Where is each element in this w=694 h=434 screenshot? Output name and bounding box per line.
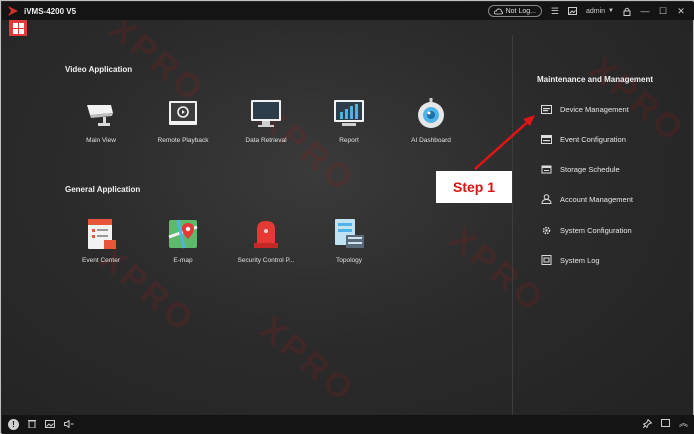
event-config-icon	[541, 134, 552, 144]
tile-label: Report	[339, 137, 359, 144]
account-icon	[541, 194, 552, 204]
device-icon	[541, 104, 552, 114]
user-menu[interactable]: admin ▼	[586, 8, 614, 15]
tile-label: Topology	[335, 257, 363, 264]
step-annotation: Step 1	[436, 171, 512, 203]
app-window: XPRO XPRO XPRO XPRO XPRO XPRO iVMS-4200 …	[0, 0, 694, 434]
tile-main-view[interactable]: Main View	[61, 97, 141, 144]
tile-e-map[interactable]: E-map	[143, 217, 223, 264]
event-icon	[84, 217, 118, 251]
menu-item-label: Device Management	[560, 104, 629, 114]
camera-icon	[84, 97, 118, 131]
tile-security-control-panel[interactable]: Security Control P...	[226, 217, 306, 264]
menu-item-label: Storage Schedule	[560, 164, 620, 174]
maximize-icon[interactable]: ☐	[658, 6, 668, 16]
tile-topology[interactable]: Topology	[309, 217, 389, 264]
user-name: admin	[585, 7, 606, 15]
playback-icon	[166, 97, 200, 131]
tile-event-center[interactable]: Event Center	[61, 217, 141, 264]
tile-data-retrieval[interactable]: Data Retrieval	[226, 97, 306, 144]
window-icon[interactable]	[660, 419, 670, 430]
bottom-bar: ! ︽	[2, 415, 694, 434]
tile-label: AI Dashboard	[411, 137, 451, 144]
cloud-icon	[493, 8, 503, 14]
robot-icon	[414, 97, 448, 131]
menu-item-label: System Log	[560, 255, 600, 265]
trash-icon[interactable]	[28, 419, 36, 430]
app-logo-icon	[8, 6, 18, 16]
network-status-button[interactable]: Not Log...	[487, 5, 542, 17]
tile-label: Data Retrieval	[245, 137, 287, 144]
app-title: iVMS-4200 V5	[24, 6, 77, 16]
watermark: XPRO	[442, 219, 553, 321]
tile-label: Main View	[86, 137, 116, 144]
tile-label: E-map	[173, 257, 193, 264]
home-grid-button[interactable]	[9, 20, 27, 36]
video-application-title: Video Application	[65, 65, 133, 74]
panel-divider	[512, 35, 513, 415]
pin-icon[interactable]	[642, 418, 653, 430]
minimize-icon[interactable]: —	[640, 6, 650, 16]
log-icon	[541, 255, 552, 265]
watermark: XPRO	[252, 309, 363, 411]
title-bar: iVMS-4200 V5 Not Log... ☰ admin ▼ — ☐ ✕	[2, 2, 694, 20]
menu-item-account-management[interactable]: Account Management	[541, 192, 633, 206]
chevron-down-icon: ▼	[608, 8, 614, 14]
image-icon[interactable]	[45, 419, 55, 430]
lock-icon[interactable]	[622, 6, 632, 16]
image-icon[interactable]	[568, 6, 578, 16]
network-status-label: Not Log...	[505, 7, 536, 15]
speaker-icon[interactable]	[64, 418, 74, 430]
collapse-icon[interactable]: ︽	[679, 419, 688, 430]
topology-icon	[332, 217, 366, 251]
tile-label: Event Center	[82, 257, 120, 264]
menu-item-event-configuration[interactable]: Event Configuration	[541, 132, 626, 146]
tile-remote-playback[interactable]: Remote Playback	[143, 97, 223, 144]
monitor-icon	[249, 97, 283, 131]
menu-item-label: Account Management	[560, 194, 633, 204]
menu-item-device-management[interactable]: Device Management	[541, 102, 629, 116]
general-application-title: General Application	[65, 185, 141, 194]
maintenance-title: Maintenance and Management	[537, 75, 654, 84]
menu-item-label: Event Configuration	[560, 134, 626, 144]
tile-report[interactable]: Report	[309, 97, 389, 144]
tile-ai-dashboard[interactable]: AI Dashboard	[391, 97, 471, 144]
alarm-icon	[249, 217, 283, 251]
menu-item-label: System Configuration	[560, 225, 632, 235]
menu-item-system-log[interactable]: System Log	[541, 253, 600, 267]
chart-icon	[332, 97, 366, 131]
alert-icon[interactable]: !	[8, 419, 19, 430]
close-icon[interactable]: ✕	[676, 6, 686, 16]
menu-icon[interactable]: ☰	[550, 6, 560, 16]
menu-item-system-configuration[interactable]: System Configuration	[541, 223, 632, 237]
settings-icon	[541, 226, 552, 235]
tile-label: Remote Playback	[157, 137, 209, 144]
map-icon	[166, 217, 200, 251]
annotation-arrow-icon	[474, 115, 535, 170]
tile-label: Security Control P...	[237, 257, 295, 264]
menu-item-storage-schedule[interactable]: Storage Schedule	[541, 162, 620, 176]
storage-icon	[541, 165, 552, 174]
